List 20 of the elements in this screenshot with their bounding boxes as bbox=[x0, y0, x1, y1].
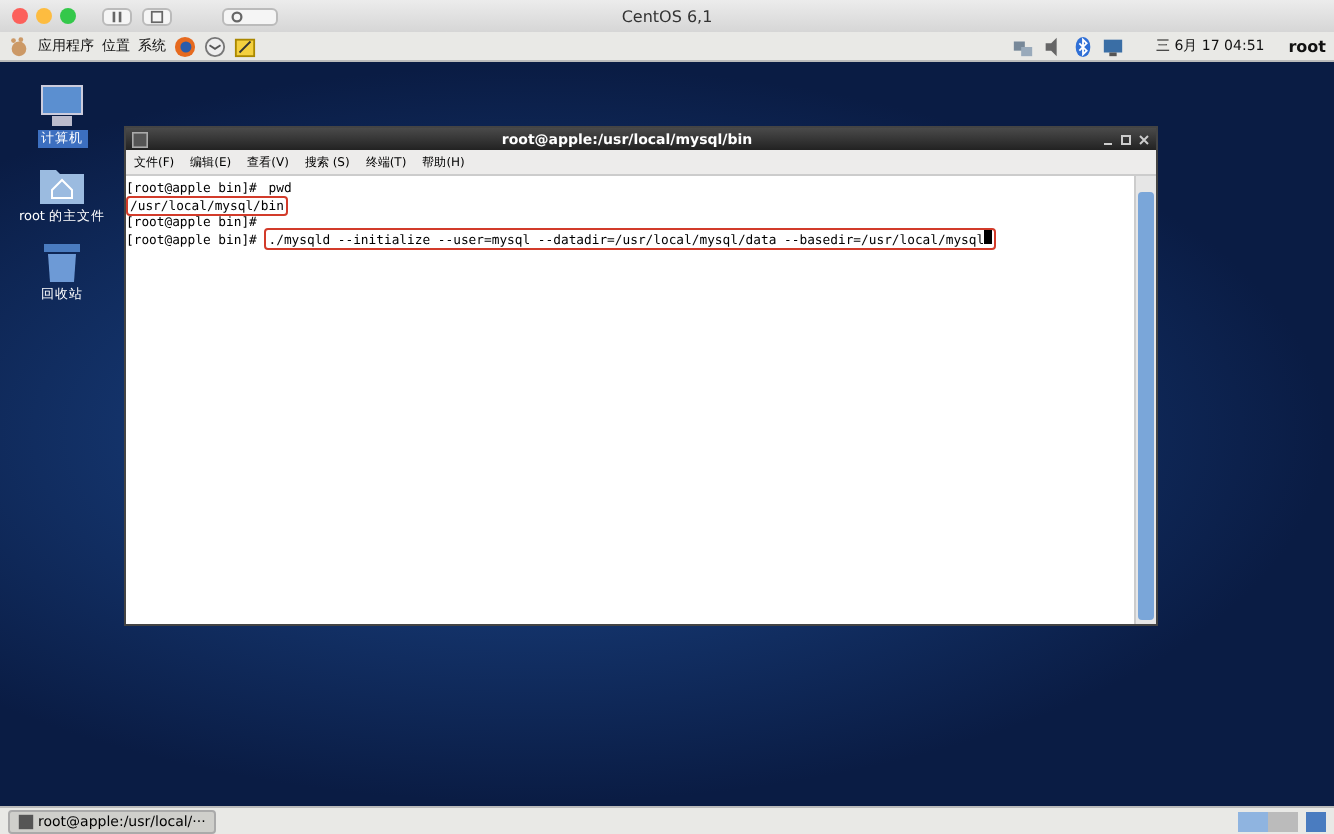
bluetooth-icon[interactable] bbox=[1072, 35, 1095, 57]
maximize-icon[interactable] bbox=[1120, 133, 1132, 145]
note-icon[interactable] bbox=[234, 35, 256, 57]
snapshot-button[interactable] bbox=[142, 7, 172, 25]
user-name[interactable]: root bbox=[1288, 37, 1326, 55]
terminal-icon bbox=[132, 131, 148, 147]
window-title: CentOS 6,1 bbox=[621, 7, 713, 25]
terminal-icon bbox=[18, 813, 34, 829]
monitor-icon[interactable] bbox=[1102, 35, 1125, 57]
workspace-switcher[interactable] bbox=[1238, 811, 1298, 831]
circle-icon bbox=[230, 9, 244, 23]
square-icon bbox=[150, 9, 164, 23]
pause-icon bbox=[110, 9, 124, 23]
scrollbar[interactable] bbox=[1134, 176, 1156, 624]
computer-icon[interactable] bbox=[38, 82, 86, 130]
browser-icon[interactable] bbox=[174, 35, 196, 57]
close-icon[interactable] bbox=[1138, 133, 1150, 145]
text-cursor bbox=[984, 230, 993, 245]
settings-button[interactable] bbox=[222, 7, 278, 25]
pause-button[interactable] bbox=[102, 7, 132, 25]
